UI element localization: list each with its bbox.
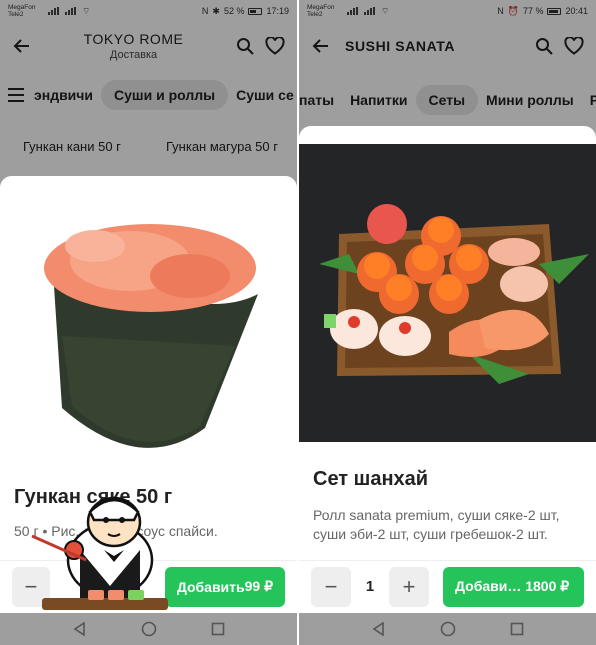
product-image [0, 176, 297, 461]
sushi-chef-mascot-icon [31, 496, 168, 610]
left-phone-screen: MegaFon Tele2 ⌔ N ✱ 52 % 17:19 TOKYO ROM… [0, 0, 297, 645]
right-phone-screen: MegaFon Tele2 ⌔ N ⏰ 77 % 20:41 SUSHI SAN… [299, 0, 596, 645]
add-button-price: 99 ₽ [244, 578, 273, 594]
system-nav-bar [299, 613, 596, 645]
nav-recents-icon[interactable] [510, 622, 524, 636]
decrease-button[interactable]: − [311, 566, 351, 607]
increase-button[interactable]: + [389, 566, 429, 607]
nav-home-icon[interactable] [141, 621, 157, 637]
quantity-value: 1 [365, 578, 375, 595]
product-title: Сет шанхай [313, 468, 429, 490]
nav-back-icon[interactable] [372, 622, 386, 636]
nav-back-icon[interactable] [73, 622, 87, 636]
product-sheet: Сет шанхай Ролл sanata premium, суши сяк… [299, 126, 596, 613]
add-button-label: Добави… 1800 ₽ [455, 578, 570, 594]
add-to-cart-button[interactable]: Добави… 1800 ₽ [443, 566, 584, 607]
product-image [299, 144, 596, 442]
action-bar: − 1 + Добави… 1800 ₽ [299, 560, 596, 612]
product-description: Ролл sanata premium, суши сяке-2 шт, суш… [313, 507, 560, 542]
nav-recents-icon[interactable] [211, 622, 225, 636]
nav-home-icon[interactable] [440, 621, 456, 637]
add-to-cart-button[interactable]: Добавить 99 ₽ [164, 566, 285, 607]
system-nav-bar [0, 613, 297, 645]
add-button-label: Добавить [176, 578, 245, 595]
